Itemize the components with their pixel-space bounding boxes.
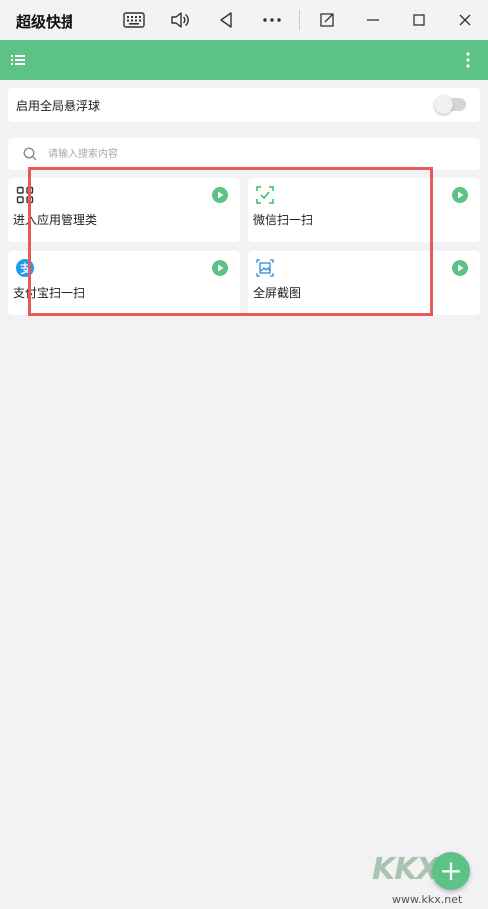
close-icon[interactable]: [447, 4, 483, 36]
external-window-icon[interactable]: [309, 4, 345, 36]
back-triangle-icon[interactable]: [208, 4, 244, 36]
titlebar-separator: [299, 10, 300, 30]
window-titlebar: 超级快捷: [0, 0, 488, 40]
floating-ball-switch[interactable]: [434, 95, 466, 114]
highlight-annotation-box: [28, 167, 433, 316]
vertical-dots-icon[interactable]: [460, 50, 476, 70]
app-title: 超级快捷: [16, 13, 72, 31]
keyboard-icon[interactable]: [116, 4, 152, 36]
watermark-logo: KKX: [372, 852, 440, 887]
more-dots-icon[interactable]: [254, 4, 290, 36]
list-menu-icon[interactable]: [10, 50, 32, 70]
search-icon: [22, 146, 38, 162]
watermark-url: www.kkx.net: [392, 893, 463, 906]
floating-ball-label: 启用全局悬浮球: [16, 99, 101, 113]
floating-ball-setting: 启用全局悬浮球: [8, 88, 480, 122]
play-icon[interactable]: [452, 187, 468, 203]
add-shortcut-button[interactable]: +: [432, 852, 470, 890]
switch-knob: [434, 95, 453, 114]
plus-icon: +: [439, 854, 463, 887]
volume-icon[interactable]: [162, 4, 198, 36]
search-input[interactable]: [48, 143, 448, 165]
search-box: [8, 138, 480, 170]
maximize-icon[interactable]: [401, 4, 437, 36]
minimize-icon[interactable]: [355, 4, 391, 36]
app-bar: [0, 40, 488, 80]
play-icon[interactable]: [452, 260, 468, 276]
